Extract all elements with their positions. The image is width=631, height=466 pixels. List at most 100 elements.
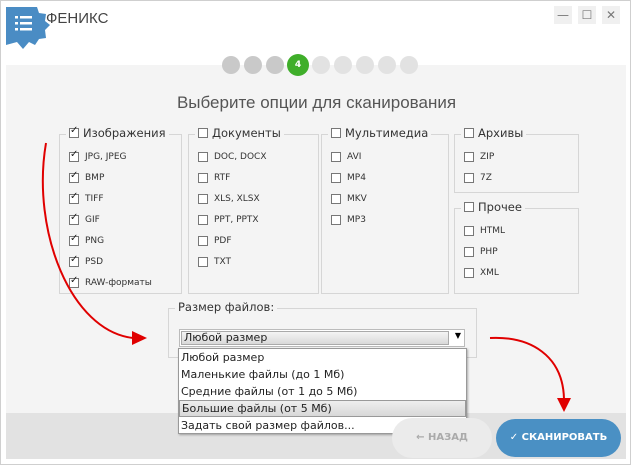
checkbox-item[interactable]: BMP xyxy=(69,170,105,183)
group-checkbox-multimedia[interactable]: Мультимедиа xyxy=(328,126,432,140)
close-button[interactable]: ✕ xyxy=(602,6,620,24)
checkbox-label: 7Z xyxy=(480,173,492,183)
checkbox[interactable] xyxy=(69,125,79,138)
step-dot-1 xyxy=(222,56,240,74)
checkbox-label: DOC, DOCX xyxy=(214,152,267,162)
checkbox-item[interactable]: DOC, DOCX xyxy=(198,152,266,162)
file-size-select[interactable]: Любой размер ▼ xyxy=(179,329,465,347)
checkbox-label: JPG, JPEG xyxy=(85,152,127,162)
scan-button[interactable]: ✓ СКАНИРОВАТЬ xyxy=(496,419,621,457)
checkbox[interactable] xyxy=(69,212,79,225)
group-images: Изображения JPG, JPEG BMP TIFF GIF PNG PSD RAW-… xyxy=(59,125,182,294)
checkbox[interactable] xyxy=(198,194,208,204)
file-size-label: Размер файлов: xyxy=(175,300,278,314)
checkbox-label: RTF xyxy=(214,173,231,183)
checkbox-label: MP4 xyxy=(347,173,366,183)
checkbox[interactable] xyxy=(69,149,79,162)
checkbox[interactable] xyxy=(464,128,474,138)
group-label: Мультимедиа xyxy=(345,126,429,140)
checkbox[interactable] xyxy=(69,191,79,204)
dropdown-option[interactable]: Средние файлы (от 1 до 5 Мб) xyxy=(179,383,466,400)
checkbox-label: BMP xyxy=(85,173,105,183)
checkbox-item[interactable]: PDF xyxy=(198,236,232,246)
checkbox-item[interactable]: 7Z xyxy=(464,173,492,183)
step-dot-5 xyxy=(312,56,330,74)
step-dot-4: 4 xyxy=(287,54,309,76)
checkbox-item[interactable]: MKV xyxy=(331,194,367,204)
step-dot-8 xyxy=(378,56,396,74)
checkbox[interactable] xyxy=(331,152,341,162)
checkbox-item[interactable]: PHP xyxy=(464,247,498,257)
checkbox-label: XLS, XLSX xyxy=(214,194,260,204)
checkbox[interactable] xyxy=(69,254,79,267)
checkbox[interactable] xyxy=(198,152,208,162)
checkbox-item[interactable]: PNG xyxy=(69,233,105,246)
checkbox-item[interactable]: RAW-форматы xyxy=(69,275,152,288)
checkbox[interactable] xyxy=(331,173,341,183)
checkbox-item[interactable]: TIFF xyxy=(69,191,104,204)
checkbox-item[interactable]: XML xyxy=(464,268,499,278)
checkbox-item[interactable]: AVI xyxy=(331,152,361,162)
checkbox-item[interactable]: MP4 xyxy=(331,173,366,183)
checkbox[interactable] xyxy=(198,128,208,138)
checkbox[interactable] xyxy=(464,226,474,236)
checkbox-label: RAW-форматы xyxy=(85,278,152,288)
checkbox[interactable] xyxy=(464,152,474,162)
checkbox[interactable] xyxy=(198,173,208,183)
checkbox-item[interactable]: GIF xyxy=(69,212,100,225)
step-dot-7 xyxy=(356,56,374,74)
checkbox-label: ZIP xyxy=(480,152,495,162)
dropdown-option[interactable]: Маленькие файлы (до 1 Мб) xyxy=(179,366,466,383)
checkbox-label: PDF xyxy=(214,236,232,246)
group-checkbox-images[interactable]: Изображения xyxy=(66,125,169,140)
checkbox[interactable] xyxy=(331,215,341,225)
group-multimedia: Мультимедиа AVI MP4 MKV MP3 xyxy=(321,126,449,294)
step-dot-3 xyxy=(266,56,284,74)
checkbox-item[interactable]: ZIP xyxy=(464,152,494,162)
checkbox-item[interactable]: PSD xyxy=(69,254,104,267)
dropdown-option[interactable]: Любой размер xyxy=(179,349,466,366)
checkbox[interactable] xyxy=(331,194,341,204)
checkbox-item[interactable]: MP3 xyxy=(331,215,366,225)
checkbox[interactable] xyxy=(198,257,208,267)
group-archives: Архивы ZIP 7Z xyxy=(454,126,579,193)
checkbox[interactable] xyxy=(464,268,474,278)
checkbox-label: XML xyxy=(480,268,499,278)
checkbox-item[interactable]: JPG, JPEG xyxy=(69,149,127,162)
group-checkbox-other[interactable]: Прочее xyxy=(461,200,525,214)
group-checkbox-documents[interactable]: Документы xyxy=(195,126,284,140)
checkbox[interactable] xyxy=(69,233,79,246)
checkbox-item[interactable]: PPT, PPTX xyxy=(198,215,259,225)
checkbox-label: HTML xyxy=(480,226,506,236)
checkbox-label: TIFF xyxy=(85,194,104,204)
checkbox-label: GIF xyxy=(85,215,100,225)
checkbox[interactable] xyxy=(69,170,79,183)
group-checkbox-archives[interactable]: Архивы xyxy=(461,126,527,140)
checkbox-item[interactable]: RTF xyxy=(198,173,230,183)
checkbox[interactable] xyxy=(464,202,474,212)
page-heading: Выберите опции для сканирования xyxy=(176,93,457,112)
maximize-button[interactable]: ☐ xyxy=(578,6,596,24)
checkbox[interactable] xyxy=(198,215,208,225)
checkbox-label: PHP xyxy=(480,247,498,257)
minimize-button[interactable]: — xyxy=(554,6,572,24)
checkbox[interactable] xyxy=(464,173,474,183)
back-button[interactable]: ← НАЗАД xyxy=(392,418,492,458)
step-dot-6 xyxy=(334,56,352,74)
chevron-down-icon[interactable]: ▼ xyxy=(455,331,461,340)
checkbox-item[interactable]: TXT xyxy=(198,257,231,267)
group-documents: Документы DOC, DOCX RTF XLS, XLSX PPT, PPTX P… xyxy=(188,126,319,294)
checkbox-label: MP3 xyxy=(347,215,366,225)
checkbox-label: PNG xyxy=(85,236,105,246)
checkbox[interactable] xyxy=(69,275,79,288)
checkbox-item[interactable]: XLS, XLSX xyxy=(198,194,260,204)
group-other: Прочее HTML PHP XML xyxy=(454,200,579,294)
checkbox[interactable] xyxy=(198,236,208,246)
checkbox[interactable] xyxy=(331,128,341,138)
group-label: Изображения xyxy=(83,126,166,140)
group-label: Прочее xyxy=(478,200,522,214)
checkbox[interactable] xyxy=(464,247,474,257)
checkbox-item[interactable]: HTML xyxy=(464,226,505,236)
dropdown-option[interactable]: Большие файлы (от 5 Мб) xyxy=(179,400,466,417)
checkbox-label: PSD xyxy=(85,257,104,267)
